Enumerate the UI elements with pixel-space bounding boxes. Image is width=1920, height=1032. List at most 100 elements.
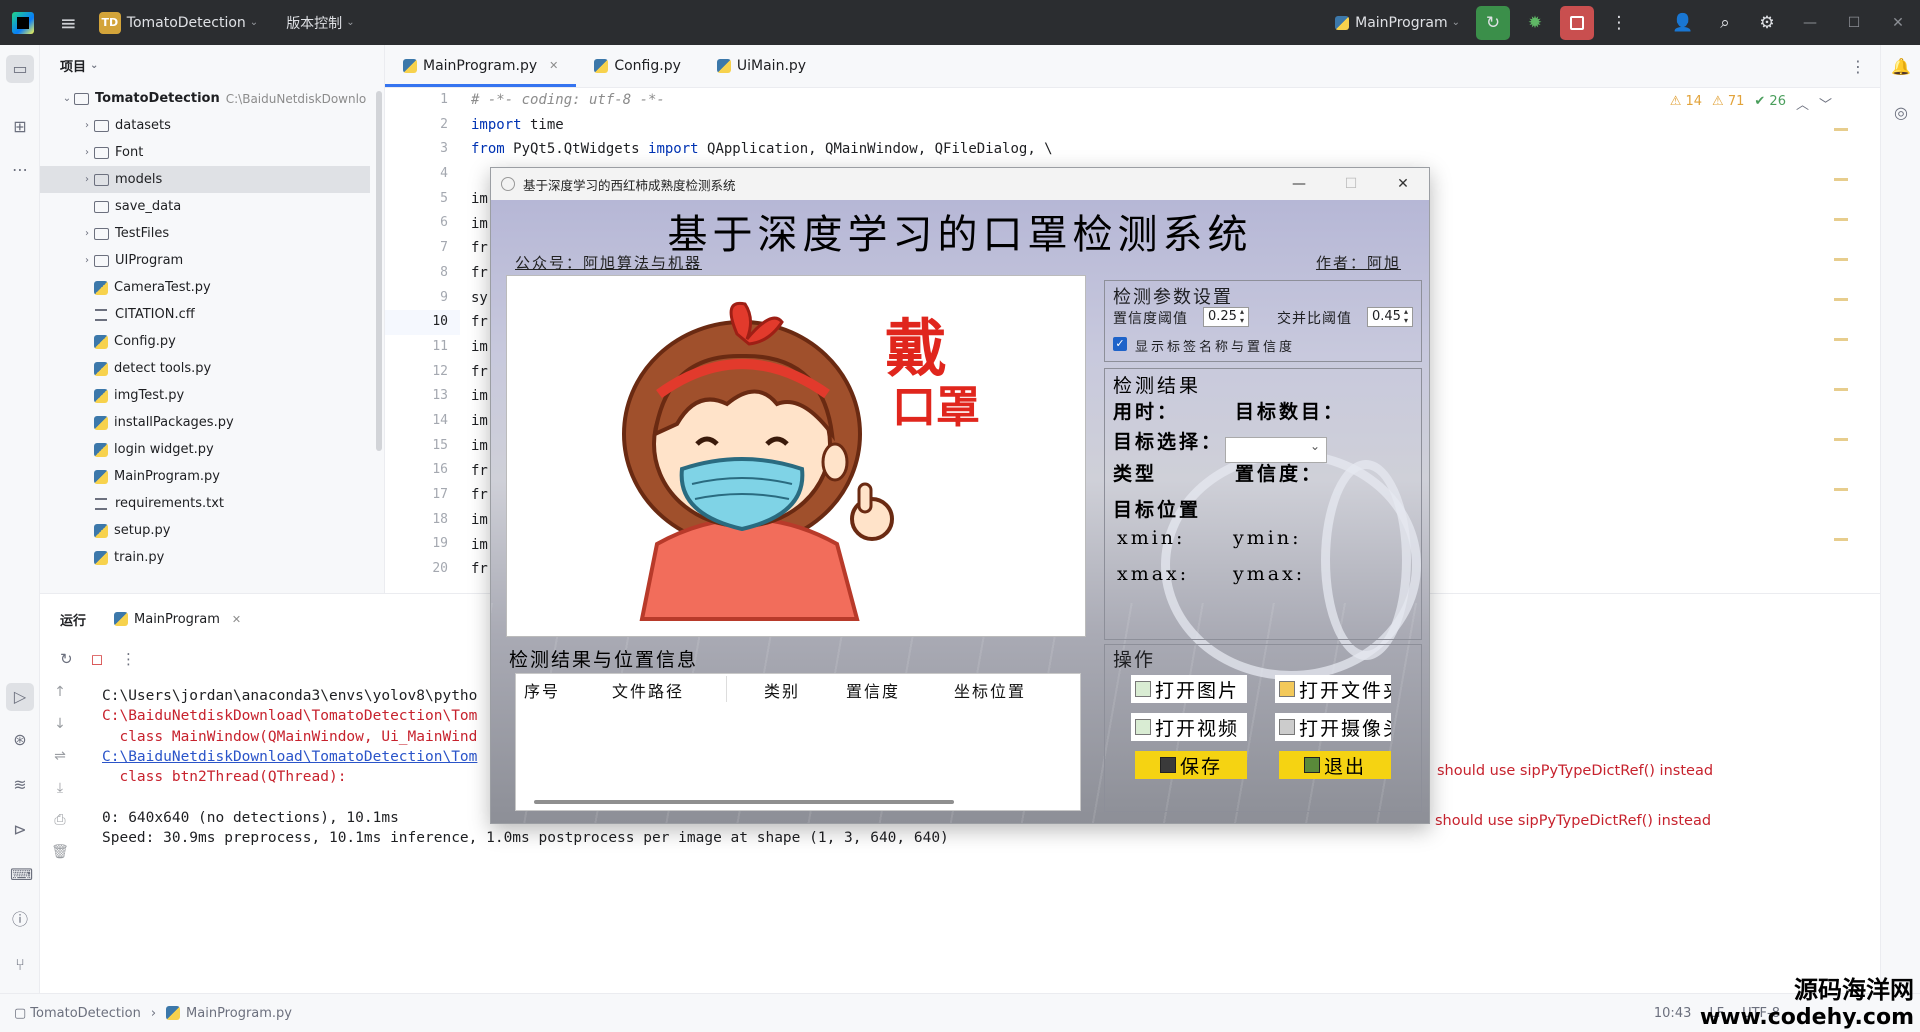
tree-item[interactable]: Config.py bbox=[40, 328, 384, 355]
error-stripe-mark[interactable] bbox=[1834, 218, 1848, 221]
main-menu-icon[interactable]: ≡ bbox=[60, 0, 77, 45]
inspection-widget[interactable]: ⚠ 14 ⚠ 71 ✔ 26 ︿ ﹀ bbox=[1670, 94, 1832, 113]
tree-root[interactable]: ⌄ TomatoDetection C:\BaiduNetdiskDownlo bbox=[40, 85, 384, 112]
close-icon[interactable]: ✕ bbox=[549, 59, 558, 72]
python-packages-icon[interactable]: ⊛ bbox=[10, 730, 30, 750]
tree-item[interactable]: › Font bbox=[40, 139, 384, 166]
chevron-up-icon[interactable]: ︿ bbox=[1796, 94, 1809, 113]
chevron-right-icon[interactable]: › bbox=[80, 228, 94, 239]
scroll-to-end-icon[interactable]: ⤓ bbox=[40, 780, 80, 812]
project-switcher[interactable]: TD TomatoDetection ⌄ bbox=[77, 0, 258, 45]
vcs-menu[interactable]: 版本控制 ⌄ bbox=[280, 0, 354, 45]
results-table[interactable]: 序号 文件路径 类别 置信度 坐标位置 bbox=[515, 673, 1081, 811]
tree-item[interactable]: CameraTest.py bbox=[40, 274, 384, 301]
minimize-button[interactable]: — bbox=[1788, 15, 1832, 31]
open-image-button[interactable]: 打开图片 bbox=[1131, 675, 1247, 703]
caret-position[interactable]: 10:43 bbox=[1654, 1006, 1691, 1021]
error-stripe-mark[interactable] bbox=[1834, 338, 1848, 341]
error-stripe-mark[interactable] bbox=[1834, 258, 1848, 261]
tree-item[interactable]: detect tools.py bbox=[40, 355, 384, 382]
open-video-button[interactable]: 打开视频 bbox=[1131, 713, 1247, 741]
tree-item[interactable]: › datasets bbox=[40, 112, 384, 139]
run-config-selector[interactable]: MainProgram ⌄ bbox=[1335, 15, 1460, 31]
more-actions-button[interactable]: ⋮ bbox=[1602, 6, 1636, 40]
tree-item[interactable]: CITATION.cff bbox=[40, 301, 384, 328]
open-camera-button[interactable]: 打开摄像头 bbox=[1275, 713, 1391, 741]
tree-item[interactable]: › UIProgram bbox=[40, 247, 384, 274]
tree-item[interactable]: imgTest.py bbox=[40, 382, 384, 409]
editor-tab[interactable]: Config.py bbox=[576, 44, 699, 87]
more-options-icon[interactable]: ⋮ bbox=[121, 650, 136, 668]
tree-item[interactable]: setup.py bbox=[40, 517, 384, 544]
close-button[interactable]: ✕ bbox=[1876, 15, 1920, 31]
error-stripe-mark[interactable] bbox=[1834, 488, 1848, 491]
app-maximize-button[interactable]: ☐ bbox=[1325, 168, 1377, 200]
editor-tab[interactable]: MainProgram.py ✕ bbox=[385, 44, 577, 87]
app-minimize-button[interactable]: — bbox=[1273, 168, 1325, 200]
arrow-up-icon[interactable]: ↑ bbox=[40, 684, 80, 716]
search-button[interactable]: ⌕ bbox=[1708, 6, 1742, 40]
error-stripe-mark[interactable] bbox=[1834, 438, 1848, 441]
breadcrumb-project[interactable]: TomatoDetection bbox=[30, 1006, 141, 1021]
line-number: 14 bbox=[432, 412, 448, 428]
tree-item[interactable]: login widget.py bbox=[40, 436, 384, 463]
tree-item[interactable]: installPackages.py bbox=[40, 409, 384, 436]
breadcrumb-file[interactable]: MainProgram.py bbox=[186, 1006, 292, 1021]
project-scrollbar[interactable] bbox=[376, 91, 382, 451]
debug-button[interactable]: ✹ bbox=[1518, 6, 1552, 40]
settings-button[interactable]: ⚙ bbox=[1750, 6, 1784, 40]
tree-item[interactable]: save_data bbox=[40, 193, 384, 220]
run-tool-icon[interactable]: ▷ bbox=[6, 683, 34, 711]
tabs-more-icon[interactable]: ⋮ bbox=[1850, 57, 1866, 76]
chevron-right-icon[interactable]: › bbox=[80, 255, 94, 266]
layers-icon[interactable]: ≋ bbox=[10, 775, 30, 795]
iou-threshold-spinbox[interactable]: 0.45 bbox=[1367, 307, 1413, 327]
error-stripe-mark[interactable] bbox=[1834, 298, 1848, 301]
structure-icon[interactable]: ⊞ bbox=[10, 117, 30, 137]
exit-button[interactable]: 退出 bbox=[1279, 751, 1391, 779]
error-stripe-mark[interactable] bbox=[1834, 128, 1848, 131]
app-close-button[interactable]: ✕ bbox=[1377, 168, 1429, 200]
trash-icon[interactable]: 🗑 bbox=[40, 844, 80, 876]
terminal-icon[interactable]: ⌨ bbox=[10, 865, 33, 885]
arrow-down-icon[interactable]: ↓ bbox=[40, 716, 80, 748]
ai-assistant-icon[interactable]: ◎ bbox=[1891, 103, 1911, 123]
table-horizontal-scrollbar[interactable] bbox=[534, 800, 954, 804]
project-folder-icon[interactable]: ▭ bbox=[6, 55, 34, 83]
folder-icon bbox=[94, 146, 109, 159]
project-panel-header[interactable]: 项目 ⌄ bbox=[40, 45, 384, 85]
rerun-button[interactable]: ↻ bbox=[1476, 5, 1510, 40]
tree-item[interactable]: requirements.txt bbox=[40, 490, 384, 517]
tree-item[interactable]: MainProgram.py bbox=[40, 463, 384, 490]
save-button[interactable]: 保存 bbox=[1135, 751, 1247, 779]
stop-icon[interactable]: ◻ bbox=[91, 650, 103, 668]
tree-item[interactable]: › models bbox=[40, 166, 370, 193]
more-tools-icon[interactable]: ⋯ bbox=[10, 160, 30, 180]
maximize-button[interactable]: ☐ bbox=[1832, 15, 1876, 31]
conf-threshold-spinbox[interactable]: 0.25 bbox=[1203, 307, 1249, 327]
stop-button[interactable] bbox=[1560, 5, 1594, 40]
chevron-right-icon[interactable]: › bbox=[80, 120, 94, 131]
editor-tab[interactable]: UiMain.py bbox=[699, 44, 824, 87]
print-icon[interactable]: ⎙ bbox=[40, 812, 80, 844]
services-icon[interactable]: ⊳ bbox=[10, 820, 30, 840]
chevron-right-icon[interactable]: › bbox=[80, 174, 94, 185]
python-file-icon bbox=[94, 388, 108, 403]
tree-item[interactable]: train.py bbox=[40, 544, 384, 571]
notifications-icon[interactable]: 🔔 bbox=[1891, 57, 1911, 77]
problems-icon[interactable]: ⓘ bbox=[10, 910, 30, 930]
open-folder-button[interactable]: 打开文件夹 bbox=[1275, 675, 1391, 703]
error-stripe-mark[interactable] bbox=[1834, 538, 1848, 541]
run-tab-mainprogram[interactable]: MainProgram ✕ bbox=[114, 612, 241, 627]
tree-item[interactable]: › TestFiles bbox=[40, 220, 384, 247]
add-user-button[interactable]: 👤 bbox=[1666, 6, 1700, 40]
rerun-icon[interactable]: ↻ bbox=[60, 650, 73, 668]
git-icon[interactable]: ⑂ bbox=[10, 955, 30, 975]
chevron-down-icon[interactable]: ﹀ bbox=[1819, 94, 1832, 113]
show-labels-checkbox[interactable]: ✓ bbox=[1113, 337, 1127, 351]
error-stripe-mark[interactable] bbox=[1834, 178, 1848, 181]
error-stripe-mark[interactable] bbox=[1834, 388, 1848, 391]
chevron-right-icon[interactable]: › bbox=[80, 147, 94, 158]
soft-wrap-icon[interactable]: ⇌ bbox=[40, 748, 80, 780]
close-icon[interactable]: ✕ bbox=[232, 613, 241, 626]
